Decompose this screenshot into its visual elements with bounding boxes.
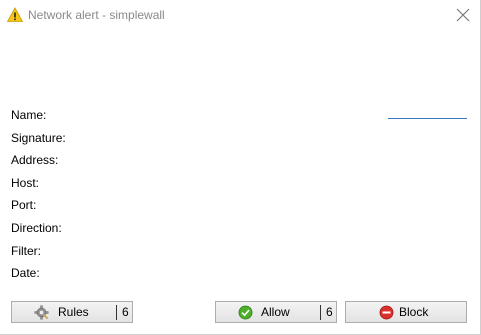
close-icon[interactable] — [454, 6, 472, 24]
allow-label: Allow — [261, 305, 290, 319]
address-label: Address: — [11, 153, 59, 168]
allow-button[interactable]: Allow 6 — [215, 301, 337, 323]
block-icon — [379, 305, 394, 320]
host-label: Host: — [11, 175, 40, 190]
allow-count: 6 — [326, 305, 333, 319]
rules-button[interactable]: Rules 6 — [11, 301, 133, 323]
allow-separator — [320, 305, 321, 320]
name-label: Name: — [11, 108, 47, 122]
rules-label: Rules — [58, 305, 89, 319]
warning-icon — [6, 7, 24, 23]
port-label: Port: — [11, 198, 37, 213]
details-list: Name: Signature: Address: Host: Port: Di… — [11, 107, 66, 288]
signature-label: Signature: — [11, 130, 66, 145]
title-bar: Network alert - simplewall — [0, 0, 480, 30]
rules-separator — [116, 305, 117, 320]
block-button[interactable]: Block — [345, 301, 467, 323]
link-underline[interactable] — [388, 118, 467, 119]
network-alert-window: Network alert - simplewall Name: Signatu… — [0, 0, 481, 335]
gear-icon — [34, 305, 49, 320]
rules-count: 6 — [122, 305, 129, 319]
direction-label: Direction: — [11, 220, 62, 235]
date-label: Date: — [11, 266, 40, 281]
block-label: Block — [399, 305, 429, 319]
filter-label: Filter: — [11, 243, 41, 258]
check-icon — [238, 305, 253, 320]
window-title: Network alert - simplewall — [28, 8, 165, 22]
